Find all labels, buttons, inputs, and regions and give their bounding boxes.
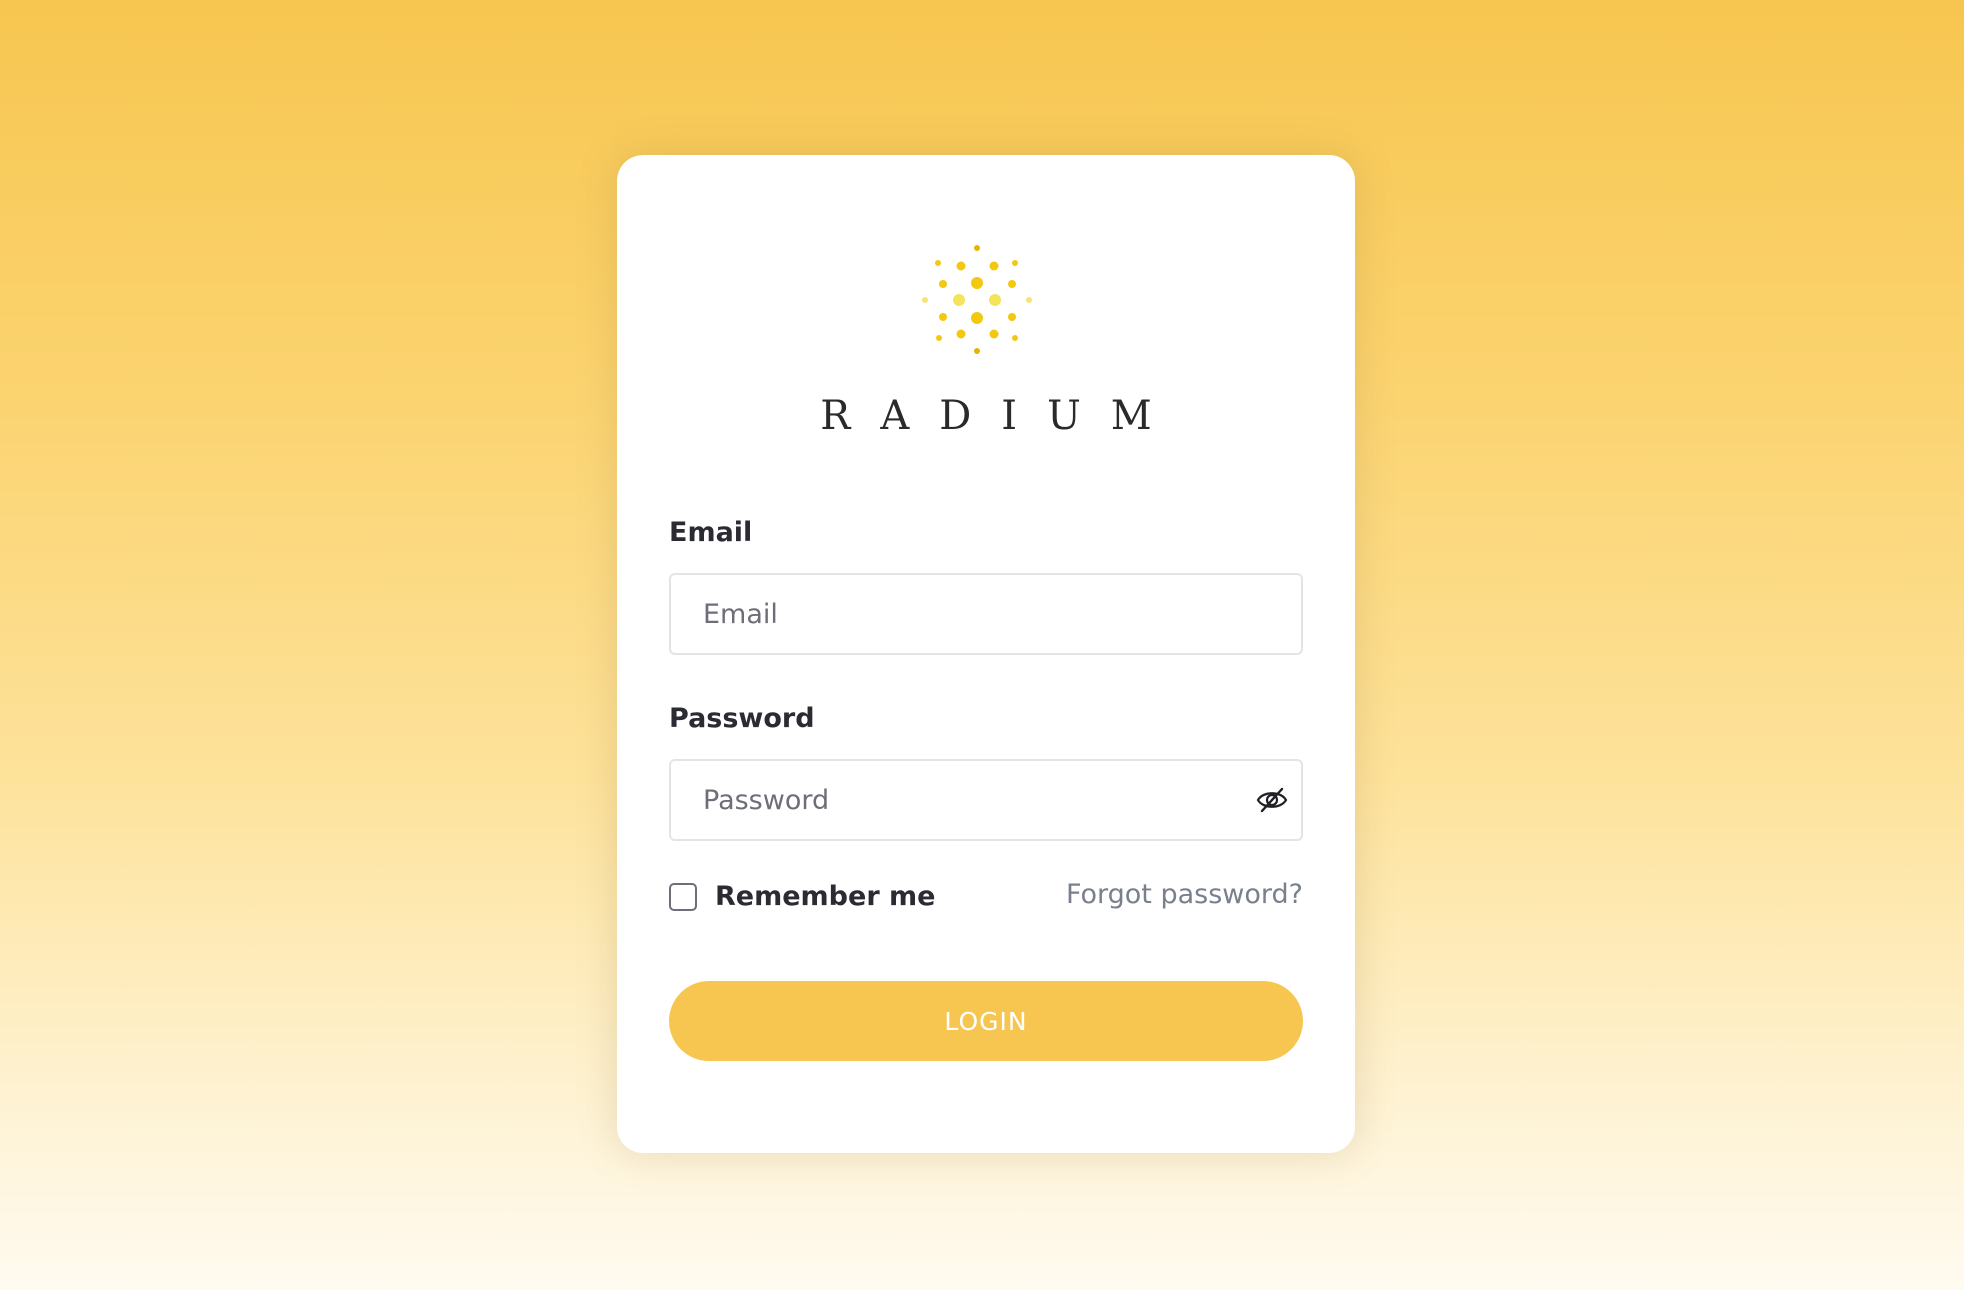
remember-me-toggle[interactable]: Remember me bbox=[669, 881, 935, 912]
forgot-password-link[interactable]: Forgot password? bbox=[1066, 879, 1303, 910]
remember-me-label: Remember me bbox=[715, 881, 936, 912]
logo-dots bbox=[922, 245, 1032, 354]
password-field-box bbox=[669, 759, 1303, 841]
brand-name: RADIUM bbox=[820, 393, 1182, 439]
email-label: Email bbox=[669, 517, 753, 548]
radium-logo-icon bbox=[922, 245, 1032, 354]
login-button[interactable]: LOGIN bbox=[669, 981, 1303, 1061]
remember-me-checkbox[interactable] bbox=[669, 882, 697, 911]
password-label: Password bbox=[669, 703, 815, 734]
email-field-box bbox=[669, 573, 1303, 655]
login-card: RADIUM Email Password Remember me Forgot… bbox=[617, 155, 1355, 1153]
eye-slash-icon[interactable] bbox=[1255, 785, 1289, 815]
password-input[interactable] bbox=[671, 761, 1231, 839]
email-input[interactable] bbox=[671, 575, 1231, 653]
